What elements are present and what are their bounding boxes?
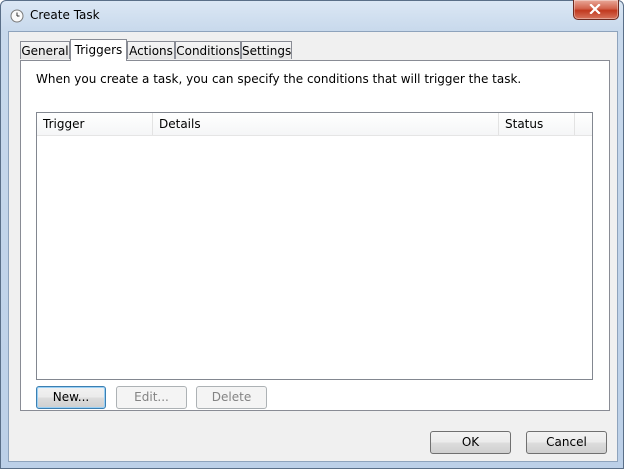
tab-actions[interactable]: Actions <box>127 41 175 59</box>
close-button[interactable] <box>573 0 619 20</box>
title-bar[interactable]: Create Task <box>1 0 623 31</box>
close-icon <box>589 4 601 14</box>
dialog-client-area: General Triggers Actions Conditions Sett… <box>8 31 618 462</box>
tab-conditions[interactable]: Conditions <box>175 41 241 59</box>
column-header-details[interactable]: Details <box>153 113 499 135</box>
delete-trigger-button[interactable]: Delete <box>196 386 267 409</box>
triggers-list[interactable]: Trigger Details Status <box>36 112 593 380</box>
ok-button[interactable]: OK <box>430 431 511 454</box>
tab-triggers[interactable]: Triggers <box>70 39 127 61</box>
clock-icon <box>10 9 24 23</box>
create-task-window: Create Task General Triggers Actions Con… <box>0 0 624 469</box>
cancel-button[interactable]: Cancel <box>526 431 607 454</box>
column-header-trigger[interactable]: Trigger <box>37 113 153 135</box>
window-title: Create Task <box>30 8 100 22</box>
new-trigger-button[interactable]: New... <box>36 386 106 409</box>
triggers-tab-panel: When you create a task, you can specify … <box>20 60 610 411</box>
triggers-description: When you create a task, you can specify … <box>36 72 522 86</box>
triggers-list-header: Trigger Details Status <box>37 113 592 136</box>
tab-settings[interactable]: Settings <box>241 41 292 59</box>
column-header-status[interactable]: Status <box>499 113 575 135</box>
edit-trigger-button[interactable]: Edit... <box>116 386 187 409</box>
tab-general[interactable]: General <box>20 41 70 59</box>
